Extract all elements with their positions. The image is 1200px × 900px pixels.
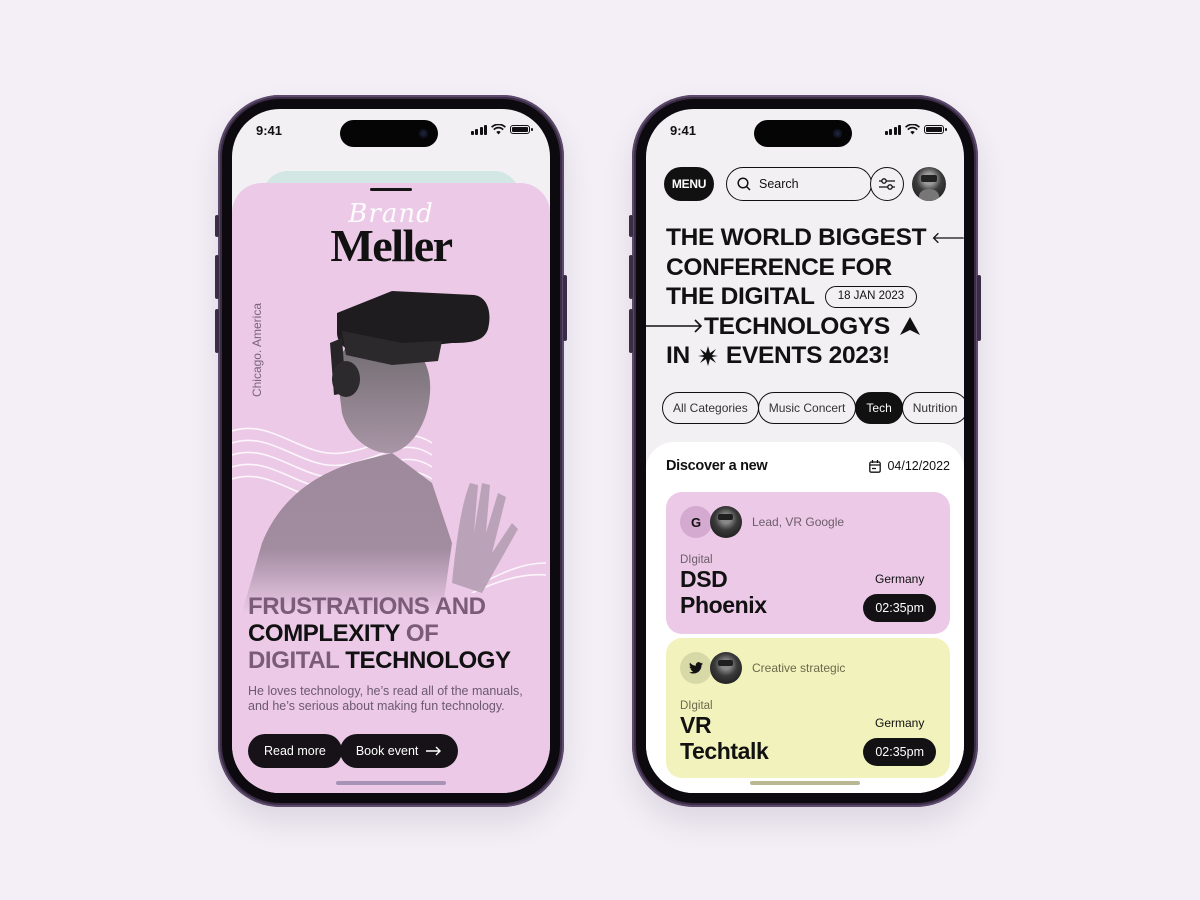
status-bar: 9:41 (232, 109, 550, 153)
status-icons (470, 124, 533, 135)
hero-line-1: THE WORLD BIGGEST (666, 224, 927, 251)
read-more-button[interactable]: Read more (248, 734, 342, 768)
camera-icon (833, 129, 842, 138)
camera-icon (419, 129, 428, 138)
side-button (215, 309, 219, 353)
description-text: He loves technology, he’s read all of th… (248, 684, 523, 713)
phone-right: 9:41 MENU THE WORLD BIGGEST (629, 95, 981, 807)
side-button (629, 215, 633, 237)
cellular-signal-icon (884, 124, 901, 135)
arrow-right-icon (646, 319, 703, 333)
top-bar: MENU (664, 167, 950, 201)
side-button (563, 275, 567, 341)
event-time-button[interactable]: 02:35pm (863, 738, 936, 766)
discover-panel: Discover a new 04/12/2022 G Lead, VR Goo… (646, 442, 964, 793)
battery-icon (924, 125, 947, 134)
dynamic-island (754, 120, 852, 147)
cellular-signal-icon (470, 124, 487, 135)
starburst-icon (697, 345, 718, 366)
hero-line-3: THE DIGITAL (666, 283, 815, 310)
side-button (215, 215, 219, 237)
discover-title: Discover a new (666, 458, 768, 474)
book-event-label: Book event (355, 744, 419, 758)
feature-card[interactable]: Brand Meller Chicago. America FRUSTRATIO… (232, 183, 550, 793)
dynamic-island (340, 120, 438, 147)
discover-date-value: 04/12/2022 (887, 459, 950, 473)
filter-button[interactable] (870, 167, 904, 201)
event-country: Germany (874, 716, 925, 730)
discover-date[interactable]: 04/12/2022 (869, 459, 950, 473)
triangle-icon (899, 317, 920, 336)
sliders-icon (879, 178, 895, 190)
menu-button[interactable]: MENU (664, 167, 714, 201)
wifi-icon (905, 124, 920, 135)
date-badge: 18 JAN 2023 (824, 285, 918, 308)
status-icons (884, 124, 947, 135)
book-event-button[interactable]: Book event (339, 734, 459, 768)
twitter-bird-icon (680, 652, 712, 684)
headline-line-2-dark: COMPLEXITY (248, 620, 400, 647)
hero-title: THE WORLD BIGGEST CONFERENCE FOR THE DIG… (646, 223, 964, 371)
user-avatar[interactable] (912, 167, 946, 201)
home-indicator[interactable] (750, 781, 860, 785)
calendar-icon (869, 459, 882, 473)
category-chips: All Categories Music Concert Tech Nutrit… (662, 392, 964, 424)
search-icon (737, 177, 751, 191)
chip-all-categories[interactable]: All Categories (662, 392, 759, 424)
event-category: DIgital (680, 554, 713, 566)
headline-line-3-dark: TECHNOLOGY (345, 647, 511, 674)
event-country: Germany (874, 572, 925, 586)
phone-left: 9:41 Brand Meller Chicago. America FRUST… (215, 95, 567, 807)
side-button (629, 255, 633, 299)
screen-right: 9:41 MENU THE WORLD BIGGEST (646, 109, 964, 793)
battery-icon (510, 125, 533, 134)
arrow-right-icon (426, 746, 442, 756)
screen-left: 9:41 Brand Meller Chicago. America FRUST… (232, 109, 550, 793)
status-bar: 9:41 (646, 109, 964, 153)
discover-header: Discover a new 04/12/2022 (666, 458, 950, 474)
wifi-icon (491, 124, 506, 135)
headline-line-2-muted: OF (405, 620, 439, 647)
drag-handle[interactable] (370, 188, 412, 191)
speaker-avatar (710, 652, 742, 684)
status-time: 9:41 (256, 123, 283, 138)
speaker-avatar (710, 506, 742, 538)
side-button (215, 255, 219, 299)
chip-nutrition[interactable]: Nutrition (901, 392, 964, 424)
cta-row: Read more Book event (248, 734, 459, 768)
event-card[interactable]: Creative strategic DIgital VR Techtalk G… (666, 638, 950, 778)
status-time: 9:41 (670, 123, 697, 138)
chip-tech[interactable]: Tech (855, 392, 903, 424)
google-logo-icon: G (680, 506, 712, 538)
speaker-role: Creative strategic (752, 661, 846, 675)
side-button (629, 309, 633, 353)
vr-headset-person-image (242, 291, 518, 613)
speaker-role: Lead, VR Google (752, 515, 845, 529)
hero-line-4: TECHNOLOGYS (704, 312, 890, 340)
hero-line-5-prefix: IN (666, 342, 690, 369)
hero-line-2: CONFERENCE FOR (666, 253, 892, 281)
read-more-label: Read more (264, 744, 326, 758)
brand-logo: Meller (330, 220, 453, 271)
headline-line-1: FRUSTRATIONS AND (248, 593, 486, 620)
arrow-left-icon (933, 232, 964, 243)
search-input[interactable] (759, 177, 855, 191)
home-indicator[interactable] (336, 781, 446, 785)
event-category: DIgital (680, 700, 713, 712)
search-box[interactable] (726, 167, 872, 201)
headline-line-3-muted: DIGITAL (248, 647, 339, 674)
chip-music-concert[interactable]: Music Concert (757, 392, 857, 424)
hero-line-5: EVENTS 2023! (725, 342, 890, 369)
headline: FRUSTRATIONS AND COMPLEXITY OF DIGITAL T… (248, 593, 540, 674)
event-time-button[interactable]: 02:35pm (863, 594, 936, 622)
side-button (977, 275, 981, 341)
event-card[interactable]: G Lead, VR Google DIgital DSD Phoenix Ge… (666, 492, 950, 634)
